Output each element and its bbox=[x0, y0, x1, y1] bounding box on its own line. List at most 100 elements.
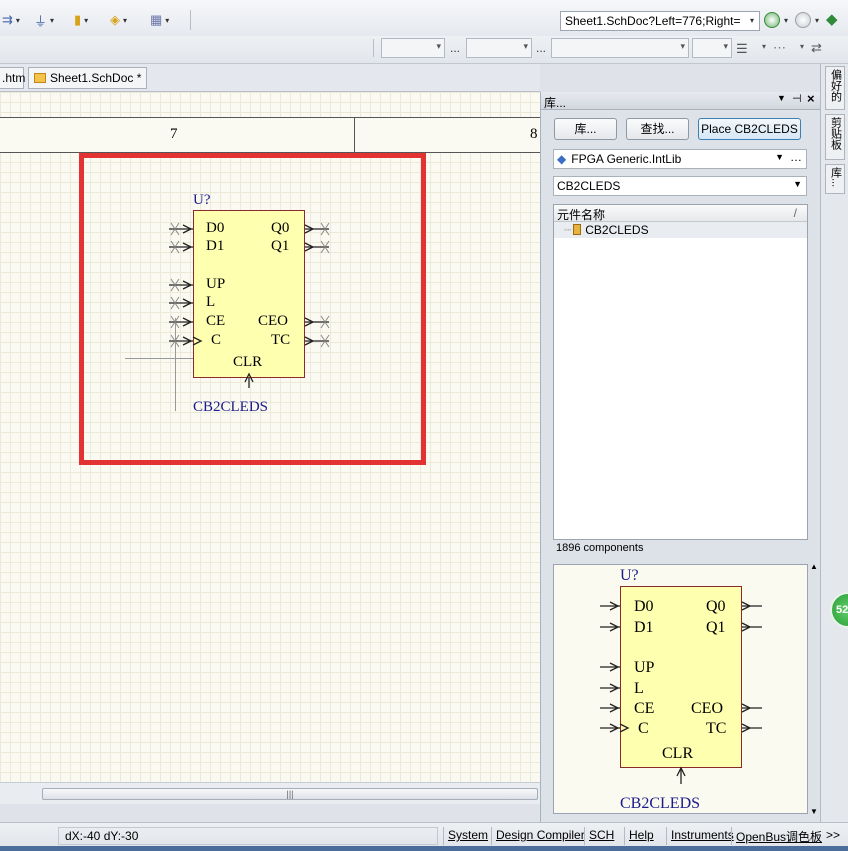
more-icon[interactable]: … bbox=[790, 150, 802, 164]
forward-icon[interactable] bbox=[795, 12, 811, 28]
pin-label-l: L bbox=[206, 294, 216, 310]
preview-pin-clr: CLR bbox=[662, 745, 694, 762]
chevron-down-icon: ▼ bbox=[793, 179, 802, 189]
window-border bbox=[0, 846, 848, 851]
status-tab-system[interactable]: System bbox=[443, 827, 492, 845]
pin-label-d0: D0 bbox=[206, 220, 225, 236]
list-item[interactable]: ┈ CB2CLEDS bbox=[554, 222, 807, 238]
status-tab-design-compiler[interactable]: Design Compiler bbox=[491, 827, 589, 845]
status-more-button[interactable]: >> bbox=[822, 827, 844, 845]
filter-text: CB2CLEDS bbox=[557, 179, 621, 193]
address-dropdown-icon[interactable]: ▾ bbox=[750, 12, 754, 28]
address-text: Sheet1.SchDoc?Left=776;Right= bbox=[565, 14, 741, 28]
more-button-2[interactable]: ... bbox=[536, 41, 546, 55]
scroll-thumb[interactable]: ||| bbox=[42, 788, 538, 800]
scroll-up-icon[interactable]: ▲ bbox=[809, 562, 819, 571]
power-port-icon[interactable]: ▮ ▾ bbox=[74, 12, 88, 28]
status-tab-instruments-label: Instruments bbox=[671, 828, 734, 842]
tab-htm[interactable]: .htm bbox=[0, 67, 26, 89]
tree-line: ┈ bbox=[564, 223, 572, 237]
panel-menu-icon[interactable]: ▼ bbox=[777, 93, 786, 103]
filter-input[interactable]: CB2CLEDS ▼ bbox=[553, 176, 807, 196]
zone-ruler: 7 8 bbox=[0, 117, 540, 154]
status-tab-openbus[interactable]: OpenBus调色板 bbox=[731, 827, 826, 845]
close-icon[interactable]: × bbox=[807, 91, 815, 106]
preview-pin-d0: D0 bbox=[634, 598, 654, 615]
designator: U? bbox=[193, 192, 211, 208]
cursor-coordinates: dX:-40 dY:-30 bbox=[58, 827, 438, 845]
pin-label-c: C bbox=[211, 332, 222, 348]
bus-entry-icon[interactable]: ⇉ ▾ bbox=[2, 12, 20, 28]
toolbar-combo-4[interactable] bbox=[692, 38, 732, 58]
toolbar-separator bbox=[190, 10, 191, 30]
forward-dropdown-icon[interactable]: ▾ bbox=[815, 12, 819, 28]
symbol-preview: U? D0 D1 UP L CE C Q0 Q1 CEO TC CLR CB2C… bbox=[553, 564, 808, 814]
address-field[interactable]: Sheet1.SchDoc?Left=776;Right= bbox=[560, 11, 760, 31]
tab-sheet1-label: Sheet1.SchDoc * bbox=[50, 71, 142, 85]
preview-pin-q0: Q0 bbox=[706, 598, 726, 615]
preview-scrollbar[interactable]: ▲ ▼ bbox=[809, 562, 819, 816]
pin-label-ce: CE bbox=[206, 313, 226, 329]
tab-favorites-label: 偏好的 bbox=[829, 69, 842, 102]
back-dropdown-icon[interactable]: ▾ bbox=[784, 12, 788, 28]
swap-icon[interactable]: ⇄ bbox=[811, 40, 822, 56]
panel-header: 库... ▼ ⊣ × bbox=[541, 91, 821, 110]
align-icon[interactable]: ☰ bbox=[736, 41, 748, 57]
sort-icon: / bbox=[793, 206, 797, 220]
preview-pin-up: UP bbox=[634, 659, 655, 676]
list-header[interactable]: 元件名称 / bbox=[554, 205, 807, 222]
toolbar-combo-3[interactable] bbox=[551, 38, 689, 58]
pin-label-d1: D1 bbox=[206, 238, 225, 254]
status-tab-help-label: Help bbox=[629, 828, 654, 842]
libraries-button[interactable]: 库... bbox=[554, 118, 617, 140]
align-dropdown-icon[interactable]: ▾ bbox=[762, 42, 766, 51]
status-tab-help[interactable]: Help bbox=[624, 827, 658, 845]
tab-clipboard[interactable]: 剪贴板 bbox=[825, 114, 845, 160]
zone-label-8: 8 bbox=[530, 126, 538, 142]
side-panel-strip: 偏好的 剪贴板 库... bbox=[820, 64, 848, 822]
preview-comment: CB2CLEDS bbox=[620, 795, 701, 812]
pin-icon[interactable]: ⊣ bbox=[792, 92, 802, 105]
toolbar-combo-1[interactable] bbox=[381, 38, 445, 58]
search-button[interactable]: 查找... bbox=[626, 118, 689, 140]
tab-sheet1[interactable]: Sheet1.SchDoc * bbox=[28, 67, 148, 89]
zone-label-7: 7 bbox=[170, 126, 178, 142]
preview-pin-l: L bbox=[634, 680, 644, 697]
ground-icon[interactable]: ⏚ ▾ bbox=[34, 12, 54, 29]
horizontal-scrollbar[interactable]: ||| bbox=[0, 782, 540, 804]
tab-htm-label: .htm bbox=[2, 71, 26, 85]
column-component-name: 元件名称 bbox=[557, 208, 606, 222]
net-label-icon[interactable]: ◈ ▾ bbox=[110, 12, 127, 28]
distribute-dropdown-icon[interactable]: ▾ bbox=[800, 42, 804, 51]
list-item-label: CB2CLEDS bbox=[585, 223, 649, 237]
toolbar-separator bbox=[373, 39, 374, 57]
status-tab-instruments[interactable]: Instruments bbox=[666, 827, 738, 845]
place-button[interactable]: Place CB2CLEDS bbox=[698, 118, 801, 140]
main-toolbar: ⇉ ▾ ⏚ ▾ ▮ ▾ ◈ ▾ ▦ ▾ Sheet1.SchDoc?Left=776;Ri… bbox=[0, 0, 848, 40]
schematic-sheet[interactable]: 7 8 U? D0 D1 UP L CE C Q0 Q1 CEO TC CLR … bbox=[0, 92, 540, 782]
status-tab-openbus-label: OpenBus调色板 bbox=[736, 830, 823, 844]
library-icon: ◆ bbox=[557, 152, 567, 166]
preview-pin-tc: TC bbox=[706, 720, 727, 737]
home-icon[interactable]: ◆ bbox=[826, 11, 838, 28]
scroll-down-icon[interactable]: ▼ bbox=[809, 807, 819, 816]
distribute-icon[interactable]: ⋯ bbox=[773, 40, 786, 56]
library-panel: 库... ▼ ⊣ × 库... 查找... Place CB2CLEDS ◆ FP… bbox=[540, 91, 821, 822]
preview-pin-ce: CE bbox=[634, 700, 655, 717]
pin-label-ceo: CEO bbox=[258, 313, 288, 329]
preview-pin-ceo: CEO bbox=[691, 700, 723, 717]
status-tab-sch[interactable]: SCH bbox=[584, 827, 618, 845]
tab-favorites[interactable]: 偏好的 bbox=[825, 66, 845, 110]
more-button-1[interactable]: ... bbox=[450, 41, 460, 55]
toolbar-combo-2[interactable] bbox=[466, 38, 532, 58]
tab-libraries[interactable]: 库... bbox=[825, 164, 845, 194]
library-select[interactable]: ◆ FPGA Generic.IntLib ▼ … bbox=[553, 149, 807, 169]
pin-label-clr: CLR bbox=[233, 354, 263, 370]
chevron-down-icon: ▼ bbox=[775, 152, 784, 162]
pin-label-q0: Q0 bbox=[271, 220, 290, 236]
component-icon bbox=[573, 224, 582, 235]
component-list[interactable]: 元件名称 / ┈ CB2CLEDS bbox=[553, 204, 808, 540]
grid-icon[interactable]: ▦ ▾ bbox=[150, 12, 169, 28]
pin-label-q1: Q1 bbox=[271, 238, 290, 254]
back-icon[interactable] bbox=[764, 12, 780, 28]
